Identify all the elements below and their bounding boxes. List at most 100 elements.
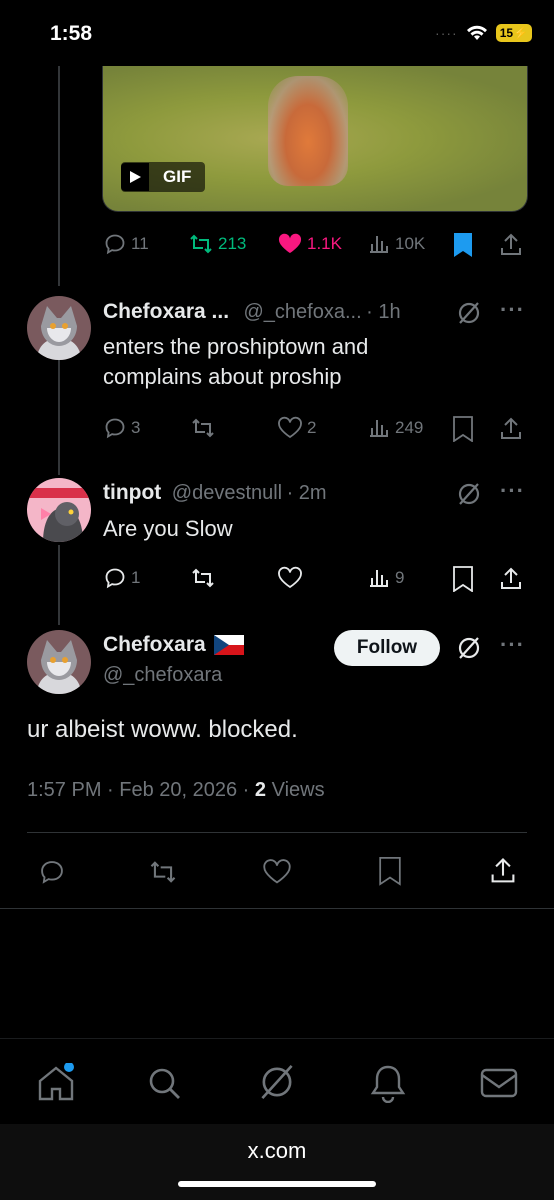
analytics-icon — [370, 420, 388, 437]
mail-icon — [480, 1068, 518, 1098]
thread-line — [58, 66, 60, 286]
reply-button[interactable]: 3 — [103, 416, 140, 440]
repost-button[interactable] — [190, 416, 216, 440]
user-handle[interactable]: @_chefoxa... — [244, 301, 362, 323]
bookmark-button[interactable] — [452, 232, 474, 258]
analytics-icon — [370, 570, 388, 587]
tweet-text: ur albeist woww. blocked. — [27, 716, 298, 743]
share-icon — [501, 417, 521, 439]
bookmark-button[interactable] — [452, 566, 474, 592]
share-icon — [491, 857, 515, 883]
repost-button[interactable]: 213 — [188, 232, 246, 256]
reply-button[interactable]: 11 — [103, 232, 149, 256]
reply-text: enters the proshiptown and complains abo… — [103, 334, 369, 389]
timestamp[interactable]: · 2m — [287, 482, 327, 504]
reply-icon — [105, 234, 125, 255]
url-text[interactable]: x.com — [0, 1138, 554, 1164]
views-button[interactable]: 249 — [367, 416, 423, 440]
heart-icon — [278, 566, 302, 589]
status-time: 1:58 — [50, 22, 93, 45]
bookmark-button[interactable] — [452, 416, 474, 442]
repost-icon — [190, 234, 212, 254]
tweet-meta: 1:57 PM · Feb 20, 2026 · 2 Views — [27, 779, 325, 802]
timestamp[interactable]: · 1h — [366, 301, 400, 323]
follow-button[interactable]: Follow — [334, 630, 440, 666]
tab-messages[interactable] — [480, 1067, 518, 1099]
user-handle[interactable]: @devestnull — [172, 482, 282, 504]
heart-icon — [263, 859, 291, 884]
bookmark-button[interactable] — [378, 856, 402, 886]
views-count: 2 — [254, 779, 267, 801]
display-name[interactable]: tinpot — [103, 481, 161, 504]
gif-label: GIF — [163, 167, 192, 186]
czech-flag-icon — [213, 635, 244, 655]
like-button[interactable]: 1.1K — [277, 232, 342, 256]
grok-button[interactable] — [456, 481, 482, 507]
more-icon[interactable]: ··· — [500, 478, 525, 504]
analytics-icon — [370, 236, 388, 253]
share-button[interactable] — [488, 856, 518, 886]
bookmark-icon — [379, 857, 401, 886]
display-name[interactable]: Chefoxara ... — [103, 300, 229, 323]
home-icon — [38, 1063, 74, 1101]
reply-icon — [105, 418, 125, 439]
views-button[interactable]: 10K — [367, 232, 425, 256]
grok-icon — [458, 637, 480, 659]
gif-badge[interactable]: GIF — [121, 162, 206, 192]
bookmark-icon — [453, 566, 473, 592]
grok-button[interactable] — [456, 300, 482, 326]
more-icon[interactable]: ··· — [500, 632, 525, 658]
avatar[interactable] — [27, 630, 91, 694]
display-name[interactable]: Chefoxara — [103, 633, 206, 657]
share-button[interactable] — [498, 232, 524, 258]
tweet-timestamp[interactable]: 1:57 PM · Feb 20, 2026 · — [27, 779, 255, 801]
gif-figure — [268, 76, 348, 186]
grok-button[interactable] — [456, 635, 482, 661]
status-icons: ···· 15⚡ — [435, 24, 532, 42]
share-icon — [501, 567, 521, 589]
like-button[interactable]: 2 — [277, 416, 316, 440]
avatar[interactable] — [27, 296, 91, 360]
tab-grok[interactable] — [258, 1063, 296, 1101]
share-icon — [501, 233, 521, 255]
user-handle[interactable]: @_chefoxara — [103, 664, 222, 687]
repost-button[interactable] — [148, 858, 178, 886]
views-label: Views — [271, 779, 325, 801]
reply-button[interactable]: 1 — [103, 566, 140, 590]
like-button[interactable] — [262, 858, 292, 886]
heart-icon — [278, 416, 302, 439]
more-icon[interactable]: ··· — [500, 297, 525, 323]
battery-indicator: 15⚡ — [495, 24, 532, 42]
reply-text: Are you Slow — [103, 516, 233, 541]
gif-media[interactable]: GIF — [102, 66, 528, 212]
share-button[interactable] — [498, 416, 524, 442]
divider — [0, 908, 554, 909]
browser-url-bar: x.com — [0, 1124, 554, 1200]
reply-header: Chefoxara ... @_chefoxa... · 1h — [103, 300, 401, 324]
share-button[interactable] — [498, 566, 524, 592]
wifi-icon — [466, 25, 488, 41]
reply-button[interactable] — [38, 858, 66, 886]
thread-line — [58, 350, 60, 475]
bookmark-filled-icon — [454, 233, 472, 257]
home-indicator[interactable] — [178, 1181, 376, 1187]
author-row: Chefoxara — [103, 633, 244, 657]
reply-header: tinpot @devestnull · 2m — [103, 481, 327, 505]
bottom-tab-bar — [0, 1038, 554, 1125]
tab-home[interactable] — [36, 1063, 76, 1103]
grok-icon — [261, 1065, 293, 1099]
views-button[interactable]: 9 — [367, 566, 404, 590]
tab-notifications[interactable] — [370, 1063, 406, 1103]
like-button[interactable] — [277, 566, 303, 590]
heart-filled-icon — [278, 233, 302, 253]
reply-icon — [105, 568, 125, 589]
tab-search[interactable] — [146, 1065, 182, 1101]
bookmark-icon — [453, 416, 473, 442]
divider — [27, 832, 527, 833]
avatar[interactable] — [27, 478, 91, 542]
repost-icon — [150, 861, 176, 883]
reply-icon — [41, 861, 63, 884]
repost-button[interactable] — [190, 566, 216, 590]
play-icon — [121, 163, 149, 191]
repost-icon — [192, 418, 214, 438]
